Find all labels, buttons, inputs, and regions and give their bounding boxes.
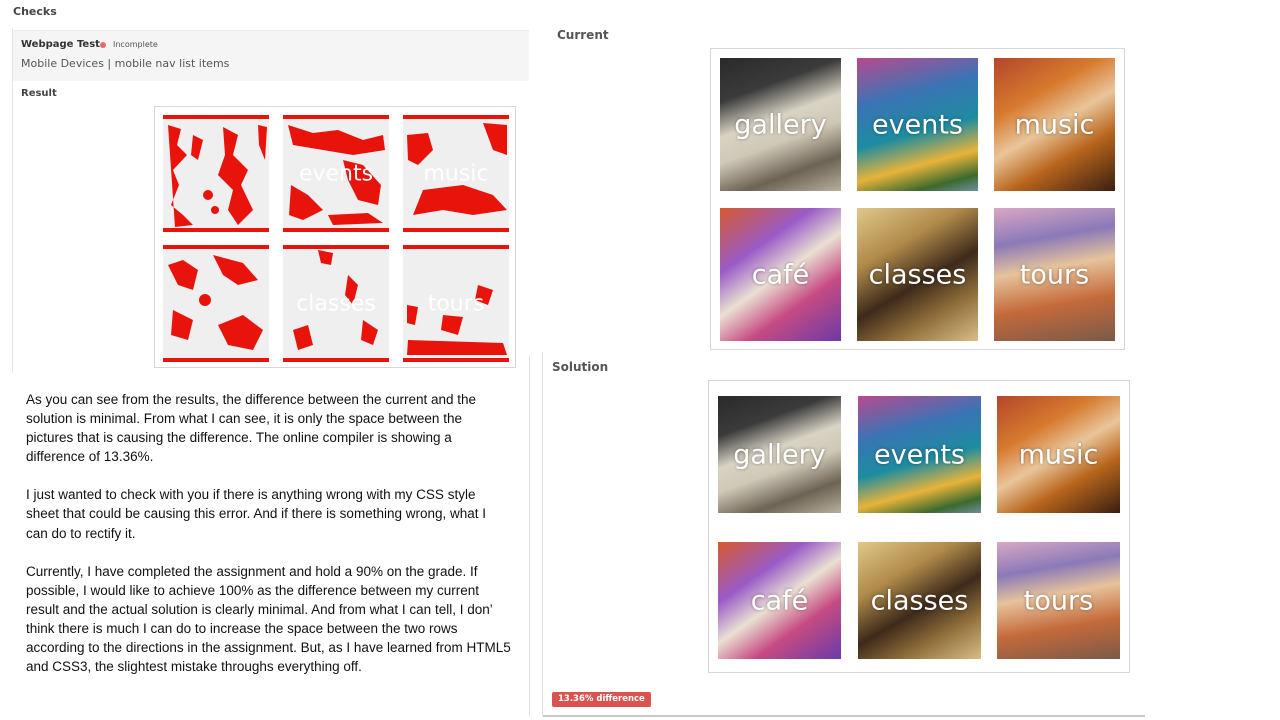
tile-gallery[interactable]: gallery [718,396,841,513]
diff-tile-events: events [283,115,389,232]
diff-tile-music: music [403,115,509,232]
description-paragraph: Currently, I have completed the assignme… [26,563,511,675]
diff-tile-label: music [423,161,489,186]
diff-overlay-gallery [163,115,269,232]
tile-label: classes [870,585,969,616]
description-paragraph: As you can see from the results, the dif… [26,392,477,465]
tile-music[interactable]: music [997,396,1120,513]
diff-tile-gallery [163,115,269,232]
test-summary-card[interactable] [13,30,529,81]
column-divider [529,355,530,717]
tile-label: events [872,109,963,140]
tile-label: gallery [733,439,826,470]
tile-tours[interactable]: tours [994,208,1115,341]
tile-tours[interactable]: tours [997,542,1120,659]
description-text: As you can see from the results, the dif… [26,390,511,695]
test-subtitle: Mobile Devices | mobile nav list items [21,57,230,70]
tile-classes[interactable]: classes [857,208,978,341]
tile-classes[interactable]: classes [858,542,981,659]
difference-badge: 13.36% difference [552,692,651,707]
tile-label: café [750,585,809,616]
checks-title: Checks [13,5,57,18]
tile-events[interactable]: events [857,58,978,191]
tile-gallery[interactable]: gallery [720,58,841,191]
status-text: Incomplete [113,40,158,49]
diff-tile-tours: tours [403,245,509,362]
diff-tile-label: tours [427,291,485,316]
solution-frame: gallery events music café classes tours [708,380,1130,673]
diff-tile-label: events [298,161,374,186]
result-label: Result [21,88,57,99]
current-label: Current [557,28,609,42]
tile-cafe[interactable]: café [720,208,841,341]
test-name: Webpage Test [21,39,100,50]
tile-label: tours [1019,259,1090,290]
tile-label: gallery [734,109,827,140]
tile-label: tours [1023,585,1094,616]
tile-cafe[interactable]: café [718,542,841,659]
tile-label: events [874,439,965,470]
diff-overlay-cafe [163,245,269,362]
tile-events[interactable]: events [858,396,981,513]
result-diff-frame: events music classes tours [154,106,516,368]
column-divider [542,352,543,716]
tile-label: classes [868,259,967,290]
diff-tile-classes: classes [283,245,389,362]
current-frame: gallery events music café classes tours [710,48,1125,350]
description-paragraph: I just wanted to check with you if there… [26,487,487,541]
diff-tile-cafe [163,245,269,362]
tile-label: café [751,259,810,290]
status-dot-icon [100,42,106,48]
tile-label: music [1014,109,1095,140]
bottom-rule [543,715,1145,717]
tile-label: music [1018,439,1099,470]
solution-label: Solution [552,360,609,374]
tile-music[interactable]: music [994,58,1115,191]
diff-tile-label: classes [296,291,376,316]
